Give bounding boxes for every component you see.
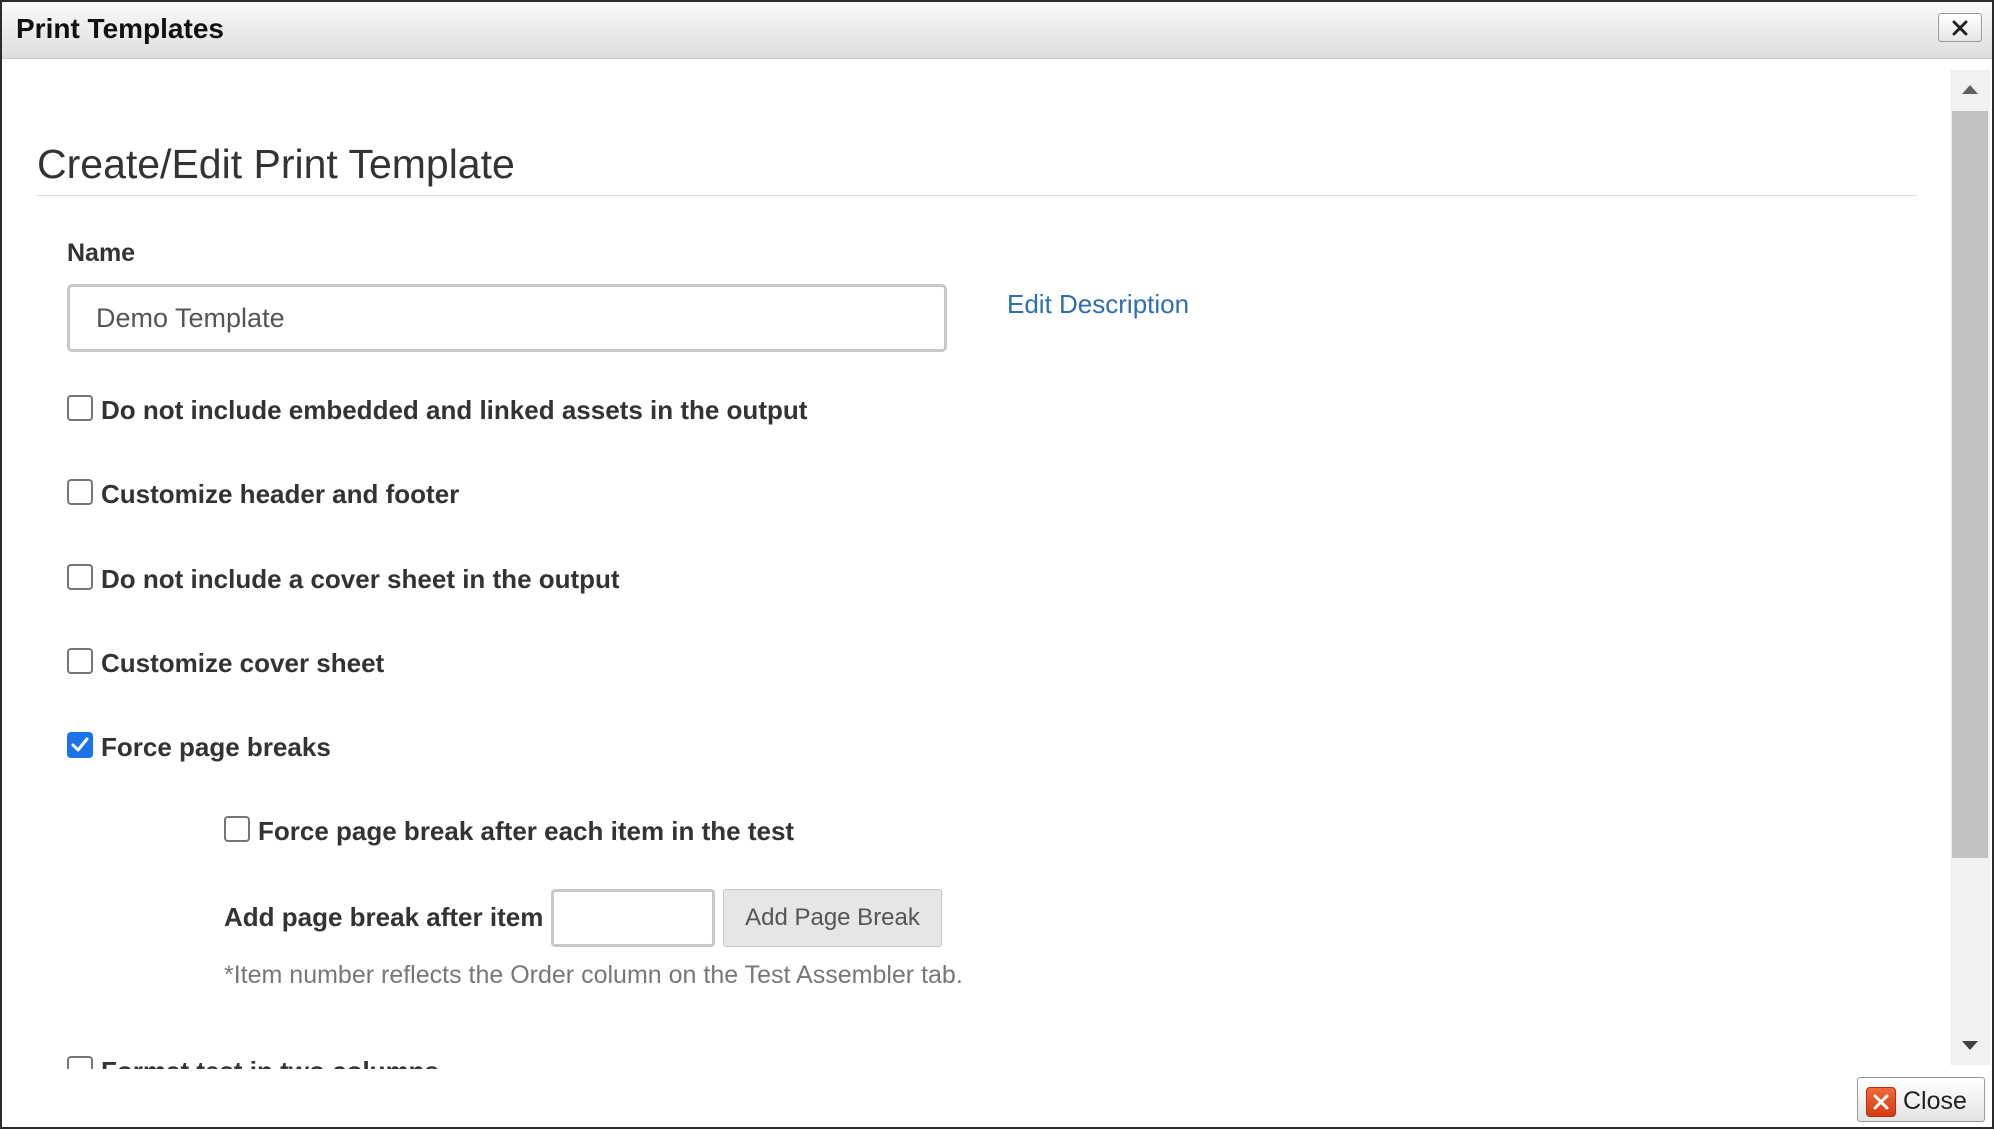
customize-header-footer-label: Customize header and footer	[101, 479, 460, 509]
exclude-assets-checkbox[interactable]	[67, 395, 93, 421]
close-icon	[1866, 1087, 1896, 1117]
add-page-break-label: Add page break after item	[224, 902, 544, 932]
break-after-each-item-checkbox[interactable]	[224, 816, 250, 842]
close-x-icon	[1952, 20, 1968, 36]
close-button[interactable]: Close	[1857, 1077, 1985, 1122]
exclude-assets-label: Do not include embedded and linked asset…	[101, 395, 808, 425]
close-button-label: Close	[1903, 1087, 1967, 1115]
customize-cover-sheet-label: Customize cover sheet	[101, 648, 385, 678]
scroll-down-button[interactable]	[1950, 1025, 1990, 1065]
break-after-each-item-label: Force page break after each item in the …	[258, 816, 795, 846]
scroll-up-button[interactable]	[1950, 70, 1990, 110]
add-page-break-button[interactable]: Add Page Break	[723, 889, 942, 947]
dialog-titlebar: Print Templates	[2, 2, 1992, 59]
edit-description-link[interactable]: Edit Description	[1007, 289, 1189, 320]
triangle-down-icon	[1962, 1041, 1978, 1050]
dialog-footer: Close	[2, 1069, 1992, 1127]
customize-header-footer-checkbox[interactable]	[67, 479, 93, 505]
page-break-item-input[interactable]	[551, 889, 715, 947]
print-templates-dialog: Print Templates Create/Edit Print Templa…	[0, 0, 1994, 1129]
heading-divider	[37, 195, 1917, 196]
checkmark-icon	[71, 737, 89, 752]
scrollbar-thumb[interactable]	[1952, 111, 1988, 858]
item-number-note: *Item number reflects the Order column o…	[224, 961, 963, 989]
no-cover-sheet-label: Do not include a cover sheet in the outp…	[101, 564, 620, 594]
two-columns-checkbox[interactable]	[67, 1056, 93, 1069]
dialog-content: Create/Edit Print Template Name Edit Des…	[2, 59, 1948, 1069]
name-input[interactable]	[67, 284, 947, 352]
dialog-title: Print Templates	[16, 13, 224, 44]
force-page-breaks-checkbox[interactable]	[67, 732, 93, 758]
name-label: Name	[67, 239, 136, 267]
customize-cover-sheet-checkbox[interactable]	[67, 648, 93, 674]
no-cover-sheet-checkbox[interactable]	[67, 564, 93, 590]
section-heading: Create/Edit Print Template	[37, 141, 515, 187]
triangle-up-icon	[1962, 85, 1978, 94]
titlebar-close-button[interactable]	[1938, 13, 1982, 42]
force-page-breaks-label: Force page breaks	[101, 732, 331, 762]
vertical-scrollbar[interactable]	[1950, 70, 1990, 1065]
two-columns-label: Format test in two columns	[101, 1056, 439, 1069]
